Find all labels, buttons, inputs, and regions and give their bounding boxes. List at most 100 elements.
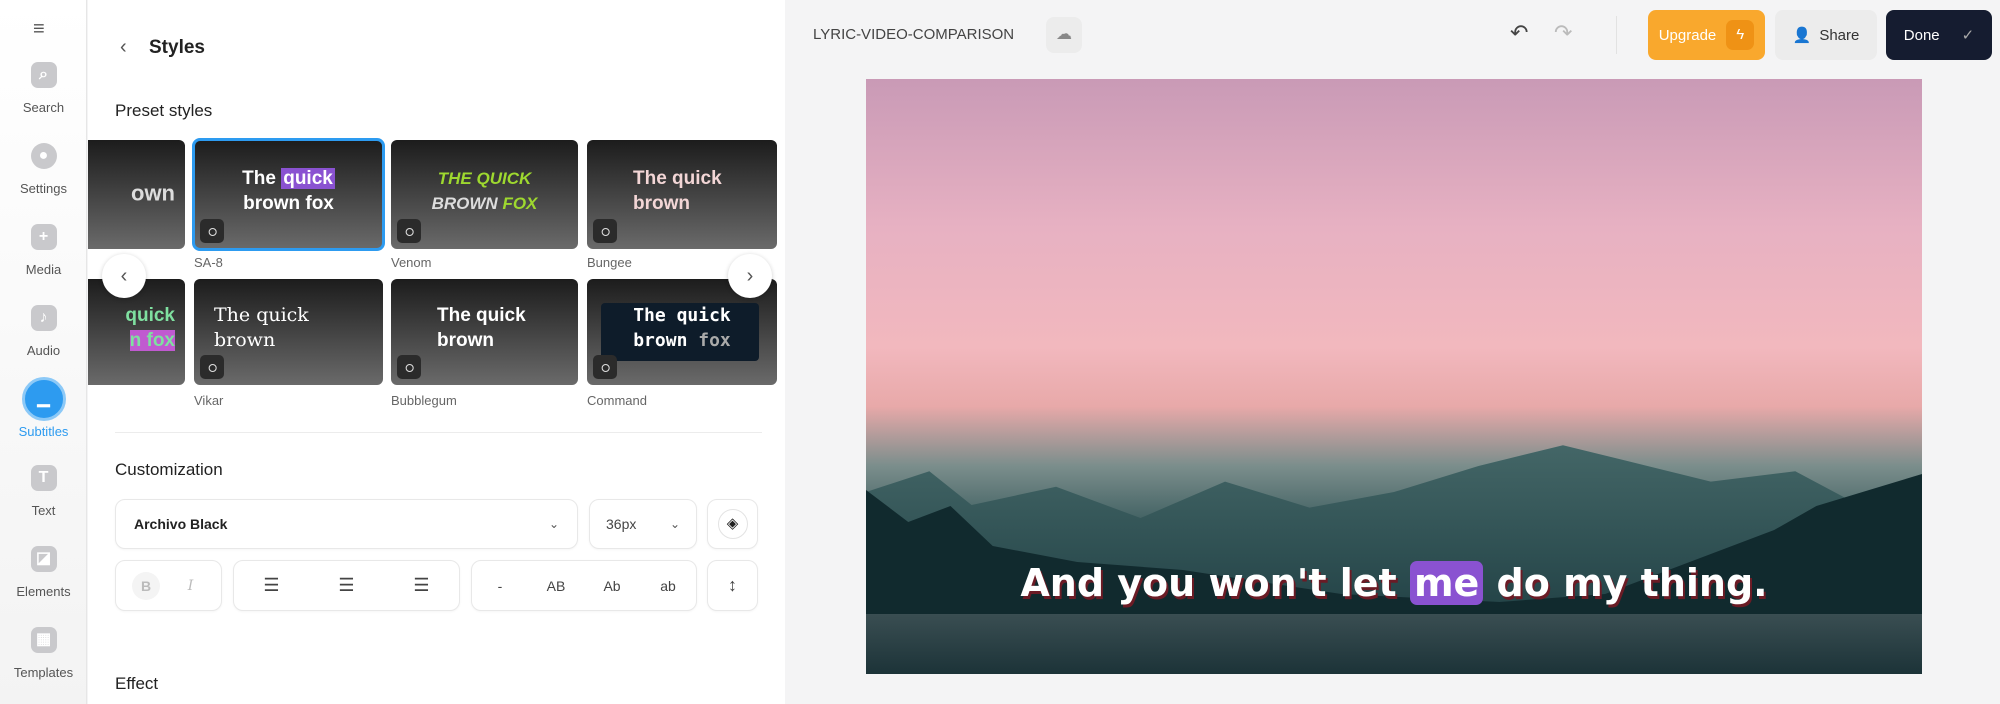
sidebar-item-label: Audio xyxy=(26,343,61,358)
lightning-icon: ϟ xyxy=(1726,20,1755,50)
sidebar-item-subtitles[interactable]: ▁ Subtitles xyxy=(0,377,87,439)
font-family-select[interactable]: Archivo Black ⌄ xyxy=(115,499,578,549)
preset-label: Command xyxy=(587,393,647,408)
back-chevron-icon[interactable]: ‹ xyxy=(120,36,127,59)
subtitle-caption[interactable]: And you won't let me do my thing. xyxy=(866,561,1922,605)
music-note-icon: ♪ xyxy=(30,305,57,331)
subtitles-icon: ▁ xyxy=(21,377,66,421)
add-user-icon: 👤 xyxy=(1792,27,1812,44)
effect-heading: Effect xyxy=(115,674,159,693)
text-color-button[interactable]: ◈ xyxy=(707,499,758,549)
preset-card-venom[interactable]: THE QUICK BROWN FOX ഠ xyxy=(391,140,578,249)
preset-card-bubblegum[interactable]: The quick brown ഠ xyxy=(391,279,578,385)
preset-label: SA-8 xyxy=(194,255,223,270)
preset-card-partial[interactable]: quick n fox xyxy=(88,279,185,385)
preset-preview: The quick brown fox xyxy=(633,305,731,351)
sidebar-item-media[interactable]: + Media xyxy=(0,224,87,277)
share-button[interactable]: 👤 Share xyxy=(1775,10,1877,60)
bold-italic-group: B I xyxy=(115,560,222,611)
share-label: Share xyxy=(1819,26,1860,44)
align-right-icon[interactable]: ☰ xyxy=(384,575,459,596)
bold-button[interactable]: B xyxy=(132,571,160,600)
preset-card-sa-8[interactable]: The quick brown fox ഠ xyxy=(192,138,385,251)
panel-title: Styles xyxy=(149,37,205,58)
sidebar-item-search[interactable]: ⌕ Search xyxy=(0,62,87,115)
text-icon: T xyxy=(30,465,57,491)
text-case-group: - AB Ab ab xyxy=(471,560,697,611)
case-none-button[interactable]: - xyxy=(472,578,528,594)
line-height-icon: ↕ xyxy=(728,575,737,595)
preset-card-bungee[interactable]: The quick brown ഠ xyxy=(587,140,777,249)
case-upper-button[interactable]: AB xyxy=(528,578,584,594)
alignment-group: ☰ ☰ ☰ xyxy=(233,560,460,611)
styles-panel: ‹ Styles Preset styles own The quick brow… xyxy=(88,0,785,704)
sidebar-item-label: Media xyxy=(25,262,62,277)
lake-background xyxy=(866,614,1922,674)
redo-icon[interactable]: ↷ xyxy=(1554,20,1572,46)
done-label: Done xyxy=(1903,26,1940,44)
animation-badge-icon: ഠ xyxy=(593,219,617,243)
done-button[interactable]: Done ✓ xyxy=(1886,10,1992,60)
preset-label: Bubblegum xyxy=(391,393,457,408)
line-height-button[interactable]: ↕ xyxy=(707,560,758,611)
cloud-saved-icon[interactable]: ☁ xyxy=(1046,17,1082,53)
preset-label: Bungee xyxy=(587,255,632,270)
plus-icon: + xyxy=(30,224,57,250)
top-bar: LYRIC-VIDEO-COMPARISON ☁ ↶ ↷ Upgrade ϟ 👤… xyxy=(786,0,2000,72)
preset-label: Venom xyxy=(391,255,432,270)
preset-styles-heading: Preset styles xyxy=(115,101,213,120)
font-value: Archivo Black xyxy=(134,516,228,532)
customization-heading: Customization xyxy=(115,460,223,479)
sidebar-item-label: Text xyxy=(31,503,56,518)
divider xyxy=(115,432,762,433)
preset-preview: The quick brown xyxy=(633,167,722,214)
preset-preview: The quick brown xyxy=(214,304,309,351)
sidebar-item-audio[interactable]: ♪ Audio xyxy=(0,305,87,358)
animation-badge-icon: ഠ xyxy=(397,355,421,379)
animation-badge-icon: ഠ xyxy=(200,219,224,243)
preset-card-vikar[interactable]: The quick brown ഠ xyxy=(194,279,383,385)
project-title[interactable]: LYRIC-VIDEO-COMPARISON xyxy=(813,26,1014,43)
checkmark-icon: ✓ xyxy=(1961,27,1975,44)
align-center-icon[interactable]: ☰ xyxy=(309,575,384,596)
sidebar-item-text[interactable]: T Text xyxy=(0,465,87,518)
preset-preview: THE QUICK BROWN FOX xyxy=(431,168,538,213)
sidebar-item-elements[interactable]: ◪ Elements xyxy=(0,546,87,599)
sidebar-item-label: Search xyxy=(22,100,65,115)
paint-bucket-icon: ◈ xyxy=(717,509,748,539)
sidebar-item-label: Elements xyxy=(16,584,71,599)
animation-badge-icon: ഠ xyxy=(397,219,421,243)
sidebar-item-label: Subtitles xyxy=(18,424,69,439)
sidebar-item-label: Templates xyxy=(13,665,74,680)
carousel-prev-button[interactable]: ‹ xyxy=(102,254,146,298)
case-title-button[interactable]: Ab xyxy=(584,578,640,594)
left-nav-sidebar: ≡ ⌕ Search ● Settings + Media ♪ Audio ▁ Subti… xyxy=(0,0,87,704)
font-size-select[interactable]: 36px ⌄ xyxy=(589,499,697,549)
preset-preview: The quick brown fox xyxy=(242,167,335,214)
animation-badge-icon: ഠ xyxy=(593,355,617,379)
sidebar-item-settings[interactable]: ● Settings xyxy=(0,143,87,196)
sidebar-item-templates[interactable]: ▦ Templates xyxy=(0,627,87,680)
preset-label: Vikar xyxy=(194,393,224,408)
elements-icon: ◪ xyxy=(30,546,57,572)
divider xyxy=(1616,16,1617,54)
preset-card-partial[interactable]: own xyxy=(88,140,185,249)
templates-icon: ▦ xyxy=(30,627,57,653)
highlighted-word: me xyxy=(1409,561,1484,605)
hamburger-menu-icon[interactable]: ≡ xyxy=(33,18,45,41)
video-preview-canvas[interactable]: And you won't let me do my thing. xyxy=(866,79,1922,674)
animation-badge-icon: ഠ xyxy=(200,355,224,379)
undo-icon[interactable]: ↶ xyxy=(1510,20,1528,46)
sidebar-item-label: Settings xyxy=(20,181,67,196)
gear-icon: ● xyxy=(30,143,57,169)
upgrade-button[interactable]: Upgrade ϟ xyxy=(1648,10,1765,60)
case-lower-button[interactable]: ab xyxy=(640,578,696,594)
italic-button[interactable]: I xyxy=(170,578,211,594)
chevron-down-icon: ⌄ xyxy=(669,517,680,531)
align-left-icon[interactable]: ☰ xyxy=(234,575,309,596)
preset-preview: The quick brown xyxy=(437,305,526,351)
upgrade-label: Upgrade xyxy=(1658,26,1717,44)
font-size-value: 36px xyxy=(606,516,637,532)
chevron-down-icon: ⌄ xyxy=(548,517,559,531)
carousel-next-button[interactable]: › xyxy=(728,254,772,298)
